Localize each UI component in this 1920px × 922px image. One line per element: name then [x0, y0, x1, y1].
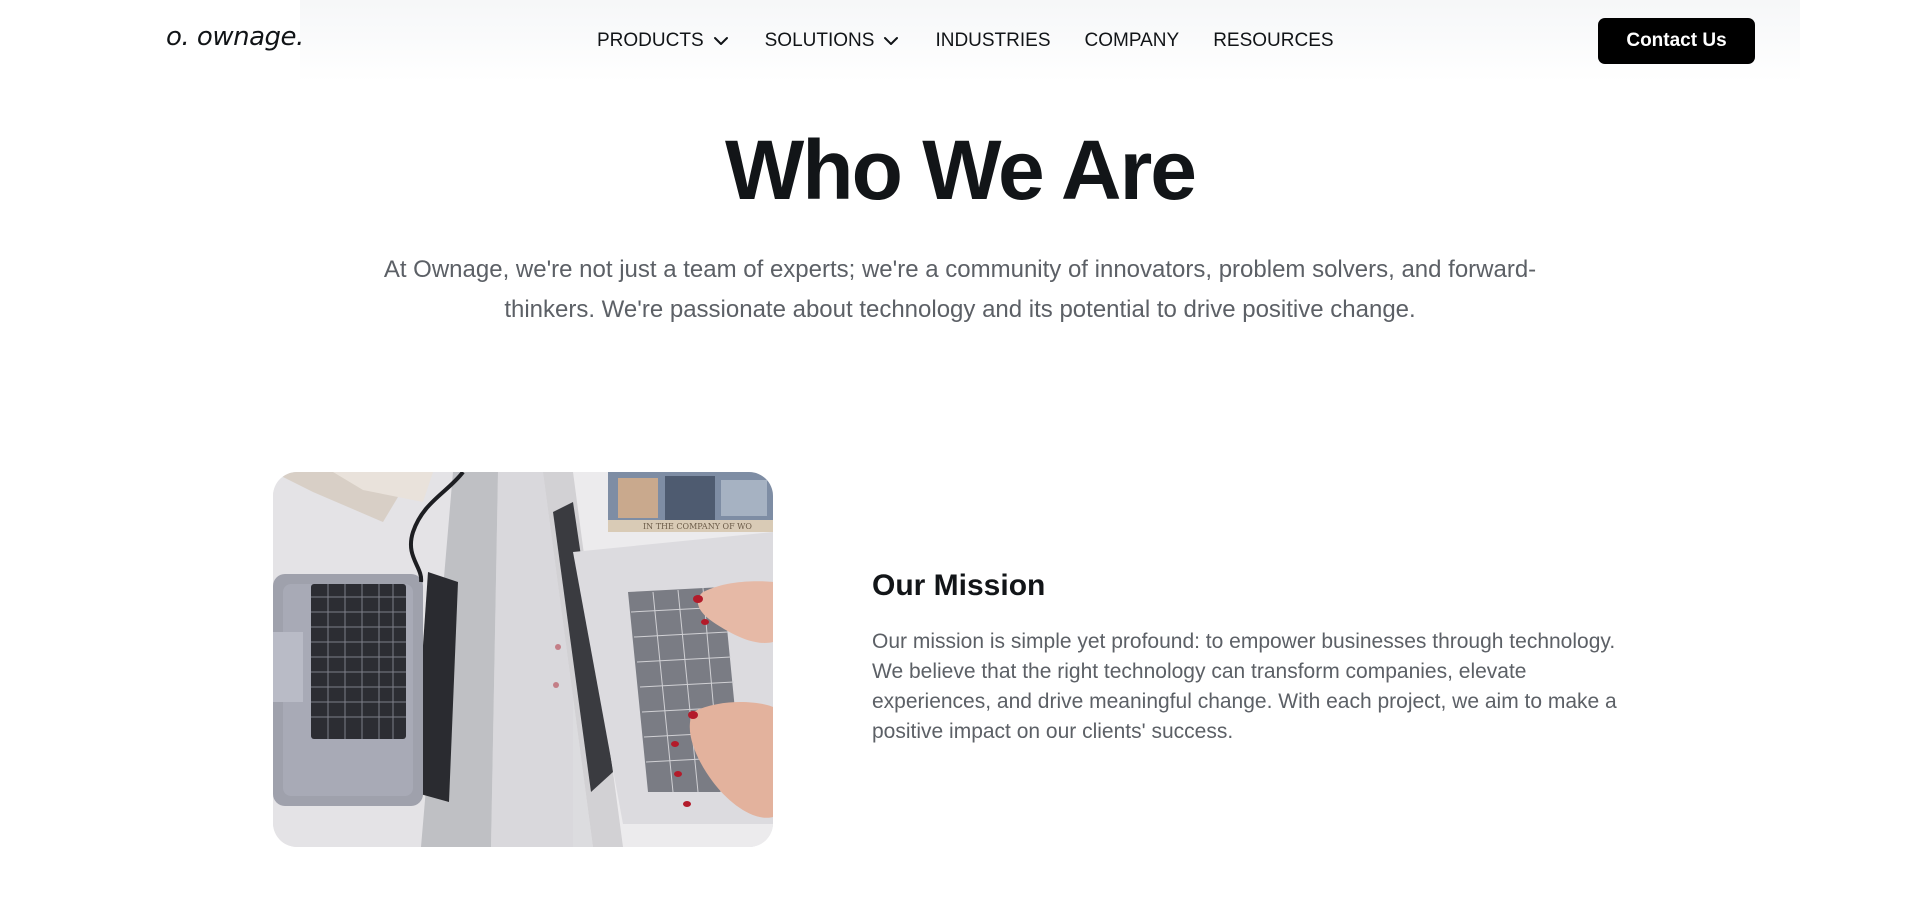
nav-item-label: INDUSTRIES	[935, 30, 1051, 51]
nav-item-products[interactable]: PRODUCTS	[597, 30, 731, 52]
page-title: Who We Are	[724, 123, 1197, 217]
site-header: o. ownage. PRODUCTS SOLUTIONS INDUSTRIES…	[0, 0, 1920, 82]
nav-item-resources[interactable]: RESOURCES	[1213, 30, 1333, 52]
mission-heading: Our Mission	[872, 569, 1046, 602]
nav-item-industries[interactable]: INDUSTRIES	[935, 30, 1050, 52]
mission-image: IN THE COMPANY OF WO	[273, 472, 773, 847]
laptops-photo: IN THE COMPANY OF WO	[273, 472, 773, 847]
nav-item-solutions[interactable]: SOLUTIONS	[765, 30, 902, 52]
chevron-down-icon	[713, 37, 728, 45]
hero-description: At Ownage, we're not just a team of expe…	[383, 256, 1537, 323]
nav-item-label: PRODUCTS	[597, 30, 704, 51]
nav-item-label: SOLUTIONS	[764, 30, 875, 51]
book-spine-text: IN THE COMPANY OF WO	[643, 522, 752, 531]
chevron-down-icon	[884, 37, 899, 45]
ownage-logo[interactable]: o. ownage.	[166, 22, 304, 52]
mission-description: Our mission is simple yet profound: to e…	[872, 630, 1617, 743]
nav-item-label: RESOURCES	[1213, 30, 1334, 51]
main-nav: PRODUCTS SOLUTIONS INDUSTRIES COMPANY RE…	[597, 24, 1334, 58]
contact-us-button[interactable]: Contact Us	[1598, 18, 1755, 64]
nav-item-company[interactable]: COMPANY	[1085, 30, 1180, 52]
nav-item-label: COMPANY	[1084, 30, 1180, 51]
